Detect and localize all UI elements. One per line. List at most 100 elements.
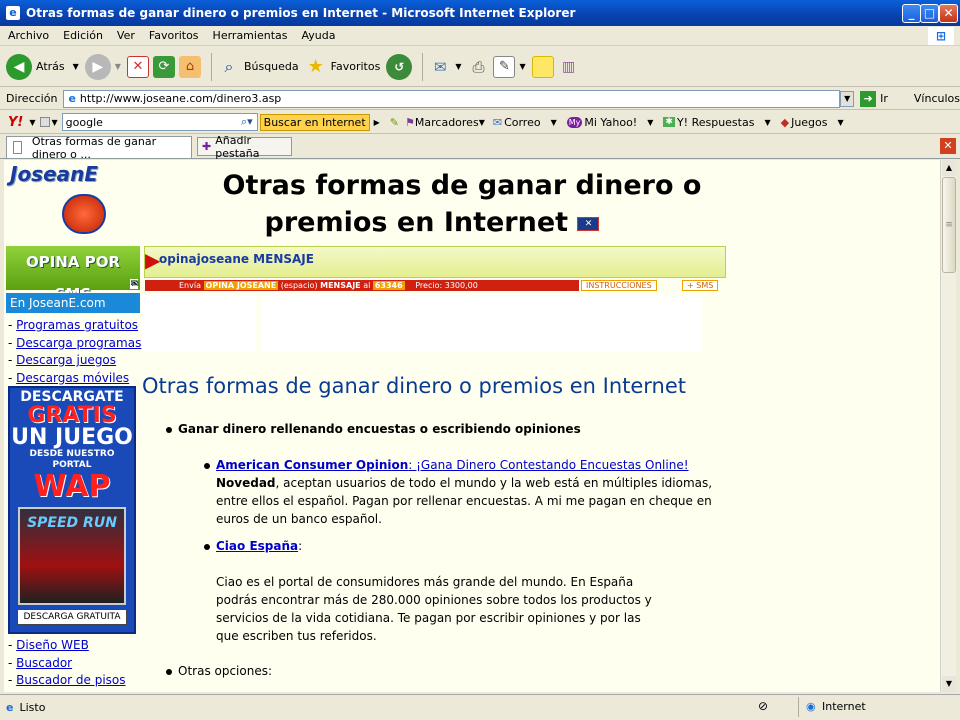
print-icon[interactable]: ⎙ <box>467 56 489 78</box>
bullet-icon <box>204 544 210 550</box>
ciao-heading: Ciao España: <box>216 539 303 553</box>
discuss-icon[interactable] <box>531 55 554 78</box>
windows-logo-icon: ⊞ <box>928 27 954 45</box>
minimize-button[interactable]: _ <box>902 4 921 23</box>
games-button[interactable]: Juegos <box>791 116 827 129</box>
bullet-other: Otras opciones: <box>178 664 273 678</box>
address-bar: Dirección e http://www.joseane.com/diner… <box>0 88 960 110</box>
mail-button[interactable]: Correo <box>504 116 541 129</box>
ciao-link[interactable]: Ciao España <box>216 539 298 553</box>
highlight-icon[interactable]: ✎ <box>390 116 399 129</box>
game-cover-image: SPEED RUN <box>18 507 126 605</box>
yahoo-logo-icon[interactable]: Y! <box>8 115 23 130</box>
toolbar-separator <box>210 52 212 81</box>
ad-placeholder <box>142 296 256 352</box>
sidebar-item-diseno-web[interactable]: - Diseño WEB <box>4 637 140 655</box>
bullet-icon <box>204 463 210 469</box>
sidebar-header: En JoseanE.com <box>6 293 140 313</box>
toolbar-separator <box>422 52 424 81</box>
sidebar-item-descarga-juegos[interactable]: - Descarga juegos <box>4 352 140 370</box>
yahoo-search-button[interactable]: Buscar en Internet <box>259 113 370 131</box>
scroll-up-icon[interactable]: ▲ <box>942 160 956 176</box>
address-input[interactable]: e http://www.joseane.com/dinero3.asp <box>63 89 841 108</box>
uk-flag-icon[interactable]: ✕ <box>577 216 600 231</box>
status-text: Listo <box>19 701 46 714</box>
links-label[interactable]: Vínculos <box>914 92 960 105</box>
new-tab-button[interactable]: ✚ Añadir pestaña <box>197 134 292 160</box>
page-title-line1: Otras formas de ganar dinero o <box>222 170 702 201</box>
menu-ayuda[interactable]: Ayuda <box>301 29 335 42</box>
myyahoo-icon: My <box>566 116 583 128</box>
mail-icon[interactable]: ✉ <box>429 56 451 78</box>
pencil-icon[interactable] <box>39 117 50 127</box>
search-icon[interactable]: ⌕▾ <box>241 115 253 129</box>
main-content: Otras formas de ganar dinero o premios e… <box>142 160 932 692</box>
sidebar-item-buscador-pisos[interactable]: - Buscador de pisos <box>4 672 140 690</box>
go-button[interactable]: ➜ Ir <box>860 90 888 107</box>
sidebar-list-top: - Programas gratuitos - Descarga program… <box>4 317 141 388</box>
globe-icon: ◉ <box>806 700 816 713</box>
maximize-button[interactable]: □ <box>920 4 939 23</box>
aco-desc-line3: euros de un banco español. <box>216 512 382 526</box>
bookmark-icon: ⚑ <box>405 115 415 129</box>
forward-button[interactable]: ▶ ▼ <box>84 53 121 80</box>
site-logo[interactable]: JoseanE <box>10 162 110 240</box>
opina-message-bar[interactable]: ▶ opinajoseane MENSAJE Envía OPINA JOSEA… <box>144 246 726 291</box>
window-title: Otras formas de ganar dinero o premios e… <box>26 6 576 20</box>
refresh-icon[interactable]: ⟳ <box>152 55 175 78</box>
address-label: Dirección <box>6 92 58 105</box>
myyahoo-button[interactable]: Mi Yahoo! <box>584 116 637 129</box>
yahoo-toolbar: Y! ▼ ▼ google ⌕▾ Buscar en Internet ▶ ✎ ⚑… <box>0 111 960 134</box>
home-icon[interactable]: ⌂ <box>178 55 201 78</box>
page-icon <box>13 141 22 154</box>
bookmarks-button[interactable]: Marcadores <box>415 116 479 129</box>
answers-button[interactable]: Y! Respuestas <box>677 116 755 129</box>
menu-archivo[interactable]: Archivo <box>8 29 49 42</box>
ciao-desc-line4: que escriben tus referidos. <box>216 629 377 643</box>
menu-ver[interactable]: Ver <box>117 29 135 42</box>
edit-icon[interactable]: ✎ <box>493 55 516 78</box>
window-titlebar: e Otras formas de ganar dinero o premios… <box>0 0 960 26</box>
favorites-button[interactable]: ★ Favoritos <box>305 56 381 78</box>
status-bar: e Listo ⊘ ◉ Internet <box>0 694 960 720</box>
wap-game-ad[interactable]: DESCARGATE GRATIS UN JUEGO DESDE NUESTRO… <box>8 386 136 634</box>
ad-placeholder <box>262 296 702 352</box>
scroll-thumb[interactable]: ≡ <box>942 177 956 273</box>
menu-favoritos[interactable]: Favoritos <box>149 29 199 42</box>
sidebar-item-buscador[interactable]: - Buscador <box>4 655 140 673</box>
go-arrow-icon: ➜ <box>860 90 877 107</box>
more-sms-link[interactable]: + SMS <box>682 280 719 291</box>
page-icon: e <box>68 92 76 105</box>
mail-icon: ✉ <box>492 115 503 129</box>
close-tab-icon[interactable]: ✕ <box>940 138 956 154</box>
back-arrow-icon: ◀ <box>6 53 32 80</box>
close-button[interactable]: ✕ <box>939 4 958 23</box>
search-button[interactable]: ⌕ Búsqueda <box>218 56 298 78</box>
page-icon: e <box>6 701 14 714</box>
sidebar-item-descargas-moviles[interactable]: - Descargas móviles <box>4 370 140 388</box>
back-button[interactable]: ◀ Atrás ▼ <box>6 53 79 80</box>
sidebar-item-descarga-programas[interactable]: - Descarga programas <box>4 335 141 353</box>
security-zone: Internet <box>822 700 866 713</box>
ad-download-button[interactable]: DESCARGA GRATUITA <box>17 609 127 625</box>
aco-link[interactable]: American Consumer Opinion <box>216 458 408 472</box>
logo-emblem-icon <box>62 194 106 234</box>
ciao-desc-line3: servicios de la vida cotidiana. Te pagan… <box>216 611 641 625</box>
opina-sms-banner[interactable]: OPINA POR SMS ✉ <box>6 246 140 303</box>
tab-active[interactable]: Otras formas de ganar dinero o ... <box>6 135 192 161</box>
popup-blocker-icon[interactable]: ⊘ <box>758 699 768 713</box>
aco-tagline-link[interactable]: : ¡Gana Dinero Contestando Encuestas Onl… <box>408 458 688 472</box>
menu-herramientas[interactable]: Herramientas <box>213 29 288 42</box>
forward-arrow-icon: ▶ <box>84 53 111 80</box>
address-dropdown-icon[interactable]: ▼ <box>840 90 855 107</box>
scroll-down-icon[interactable]: ▼ <box>942 676 956 692</box>
stop-icon[interactable]: ✕ <box>126 55 149 78</box>
research-icon[interactable]: ▥ <box>558 56 580 78</box>
instructions-link[interactable]: INSTRUCCIONES <box>581 280 657 291</box>
vertical-scrollbar[interactable]: ▲ ≡ ▼ <box>940 160 956 692</box>
yahoo-search-input[interactable]: google ⌕▾ <box>61 113 258 131</box>
menu-edicion[interactable]: Edición <box>63 29 103 42</box>
sidebar-item-programas-gratuitos[interactable]: - Programas gratuitos <box>4 317 140 335</box>
history-icon[interactable]: ↺ <box>386 53 413 80</box>
ciao-desc-line2: podrás encontrar más de 280.000 opinione… <box>216 593 652 607</box>
